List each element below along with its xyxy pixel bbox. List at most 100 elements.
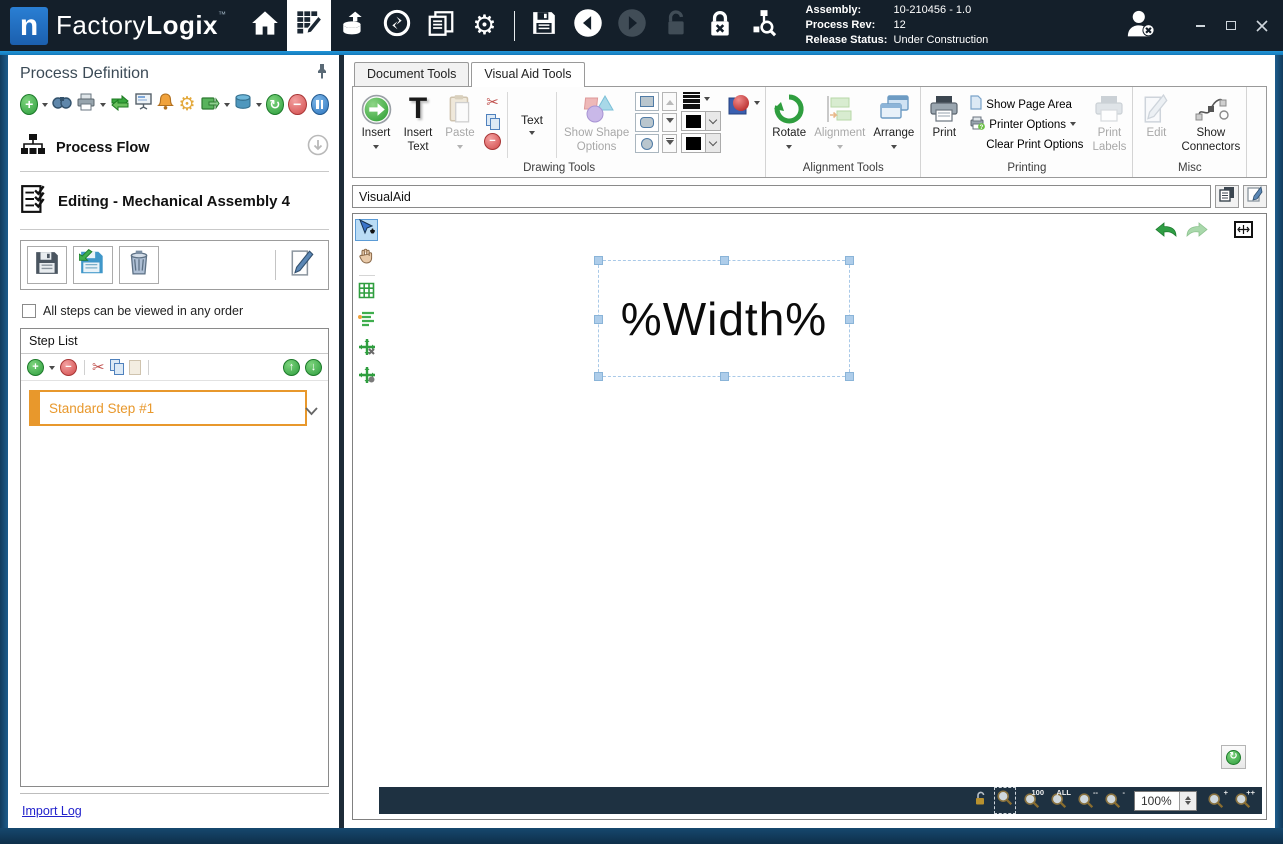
back-button[interactable] [566, 0, 610, 51]
import-log-link[interactable]: Import Log [22, 804, 82, 818]
print-labels-button[interactable]: Print Labels [1088, 89, 1130, 161]
alignment-button[interactable]: Alignment [810, 89, 869, 161]
process-definition-button[interactable] [287, 0, 331, 51]
cut-icon[interactable]: ✂ [92, 358, 105, 376]
printer-options-button[interactable]: ? Printer Options [968, 117, 1078, 133]
pause-icon[interactable] [311, 94, 329, 115]
audit-trail-button[interactable] [742, 0, 786, 51]
add-step-icon[interactable]: + [27, 359, 44, 376]
presentation-icon[interactable] [134, 92, 153, 116]
line-style-button[interactable] [681, 92, 721, 109]
paste-icon[interactable] [129, 360, 141, 375]
visual-aid-name-input[interactable] [352, 185, 1211, 208]
save-step-button[interactable] [27, 246, 67, 284]
find-icon[interactable] [52, 93, 72, 116]
insert-button[interactable]: Insert [355, 89, 397, 161]
move-anchor-tool[interactable] [355, 366, 378, 388]
minimize-button[interactable] [1193, 19, 1207, 33]
refresh-canvas-button[interactable]: ↻ [1221, 745, 1246, 769]
ribbon-cut-icon[interactable]: ✂ [486, 93, 499, 111]
clear-print-options-button[interactable]: Clear Print Options [968, 137, 1085, 153]
move-step-up-icon[interactable]: ↑ [283, 359, 300, 376]
rename-visual-aid-button[interactable] [1243, 185, 1267, 208]
lock-button[interactable] [698, 0, 742, 51]
collapse-circle-icon[interactable] [307, 134, 329, 161]
fill-color-picker[interactable] [681, 133, 721, 153]
step-expand-chevron[interactable] [305, 403, 318, 421]
snap-lines-tool[interactable] [355, 310, 378, 332]
edit-button[interactable]: Edit [1135, 89, 1177, 161]
delete-dropdown-caret[interactable] [256, 103, 262, 110]
tab-visual-aid-tools[interactable]: Visual Aid Tools [471, 62, 584, 87]
import-data-button[interactable] [331, 0, 375, 51]
shape-fill-button[interactable] [724, 89, 763, 161]
remove-step-icon[interactable]: − [60, 359, 77, 376]
maximize-button[interactable] [1224, 19, 1238, 33]
pan-tool[interactable] [355, 247, 378, 269]
visual-aid-canvas[interactable]: %Width% ↻ 100 ALL -- - [352, 213, 1267, 820]
redo-button[interactable] [1186, 222, 1208, 242]
unlock-button[interactable] [654, 0, 698, 51]
shapes-scroll-down-button[interactable] [662, 113, 677, 132]
remove-icon[interactable]: − [288, 94, 306, 115]
any-order-checkbox[interactable] [22, 304, 36, 318]
undo-button[interactable] [1155, 222, 1177, 242]
resize-handle-ne[interactable] [845, 256, 854, 265]
zoom-level-value[interactable]: 100% [1135, 794, 1179, 808]
fullscreen-button[interactable] [1234, 221, 1253, 243]
zoom-out-fast-button[interactable]: -- [1077, 791, 1097, 811]
forward-button[interactable] [610, 0, 654, 51]
print-icon[interactable] [76, 93, 96, 116]
show-shape-options-button[interactable]: Show Shape Options [560, 89, 633, 161]
add-dropdown-caret[interactable] [42, 103, 48, 110]
export-dropdown-caret[interactable] [224, 103, 230, 110]
zoom-lock-icon[interactable] [974, 791, 987, 811]
resize-handle-nw[interactable] [594, 256, 603, 265]
add-step-caret[interactable] [49, 366, 55, 373]
shapes-more-button[interactable] [662, 134, 677, 153]
print-dropdown-caret[interactable] [100, 103, 106, 110]
zoom-region-button[interactable] [994, 787, 1016, 814]
close-button[interactable] [1255, 19, 1269, 33]
zoom-in-button[interactable]: + [1207, 791, 1227, 811]
save-button[interactable] [522, 0, 566, 51]
export-icon[interactable] [200, 93, 220, 116]
copy-visual-aid-button[interactable] [1215, 185, 1239, 208]
ribbon-remove-icon[interactable]: − [484, 133, 501, 150]
zoom-spinner[interactable] [1179, 792, 1196, 810]
shapes-scroll-up-button[interactable] [662, 92, 677, 111]
step-list-item[interactable]: Standard Step #1 [29, 390, 307, 426]
pin-icon[interactable] [315, 63, 329, 84]
save-import-button[interactable] [73, 246, 113, 284]
text-button[interactable]: Text [511, 89, 553, 161]
delete-data-icon[interactable] [234, 93, 252, 116]
edit-document-button[interactable] [282, 246, 322, 284]
transfer-button[interactable] [375, 0, 419, 51]
discard-button[interactable] [119, 246, 159, 284]
logoff-user-button[interactable] [1123, 7, 1157, 44]
rotate-button[interactable]: Rotate [768, 89, 810, 161]
config-gear-icon[interactable]: ⚙ [178, 95, 195, 114]
tab-document-tools[interactable]: Document Tools [354, 62, 469, 86]
settings-button[interactable]: ⚙ [463, 0, 507, 51]
alarm-bell-icon[interactable] [157, 92, 174, 116]
move-disable-tool[interactable] [355, 338, 378, 360]
selected-text-element[interactable]: %Width% [599, 261, 849, 376]
move-step-down-icon[interactable]: ↓ [305, 359, 322, 376]
reorder-icon[interactable] [110, 93, 130, 116]
process-flow-row[interactable]: Process Flow [20, 126, 329, 172]
show-page-area-button[interactable]: Show Page Area [968, 97, 1074, 113]
add-icon[interactable]: + [20, 94, 38, 115]
home-button[interactable] [243, 0, 287, 51]
zoom-in-fast-button[interactable]: ++ [1234, 791, 1254, 811]
shape-ellipse-button[interactable] [635, 134, 659, 153]
insert-text-button[interactable]: T Insert Text [397, 89, 439, 161]
resize-handle-n[interactable] [720, 256, 729, 265]
documents-button[interactable] [419, 0, 463, 51]
zoom-all-button[interactable]: ALL [1050, 791, 1070, 811]
grid-tool[interactable] [355, 282, 378, 304]
ribbon-copy-icon[interactable] [486, 114, 500, 130]
shape-rectangle-button[interactable] [635, 92, 659, 111]
select-tool[interactable] [355, 219, 378, 241]
zoom-out-button[interactable]: - [1104, 791, 1124, 811]
